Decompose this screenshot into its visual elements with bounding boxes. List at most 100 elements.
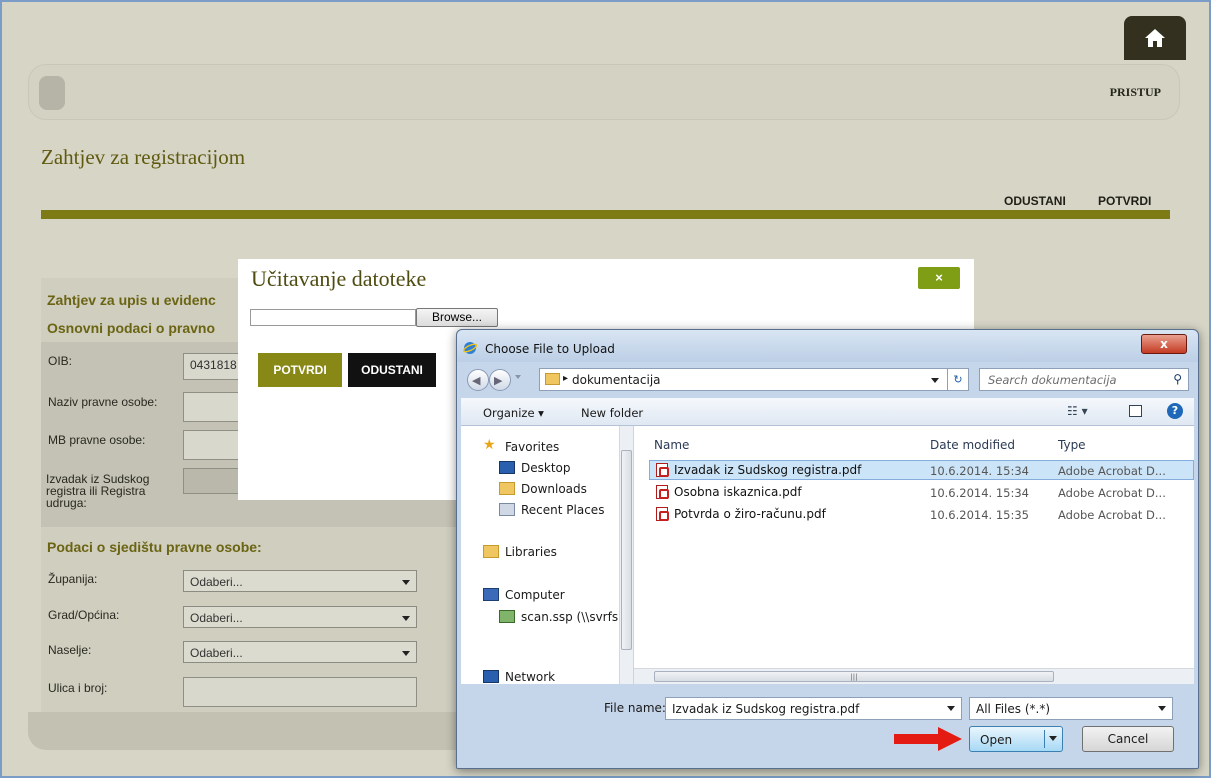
nav-item-recent-places[interactable]: Recent Places [521,503,604,517]
file-date: 10.6.2014. 15:35 [930,508,1029,522]
file-list: Name Date modified Type Izvadak iz Sudsk… [634,426,1194,684]
ulica-field[interactable] [183,677,417,707]
ulica-label: Ulica i broj: [48,681,108,695]
naselje-select[interactable]: Odaberi... [183,641,417,663]
menu-pill[interactable] [39,76,65,110]
address-bar[interactable]: ▸ dokumentacija [539,368,964,391]
home-icon [1145,29,1165,47]
open-button[interactable]: Open [969,726,1063,752]
star-icon: ★ [483,437,496,453]
downloads-folder-icon [499,482,515,495]
file-path-input[interactable] [250,309,416,326]
file-name[interactable]: Potvrda o žiro-računu.pdf [674,507,826,521]
address-row: ◀ ▶ ▸ dokumentacija ↻ Search dokumentaci… [457,364,1198,396]
chevron-down-icon [1158,706,1166,711]
refresh-icon[interactable]: ↻ [947,368,969,391]
naziv-field[interactable] [183,392,243,422]
top-nav-bar: PRISTUP [28,64,1180,120]
file-name[interactable]: Osobna iskaznica.pdf [674,485,802,499]
chevron-down-icon[interactable] [1049,736,1057,741]
grad-select[interactable]: Odaberi... [183,606,417,628]
file-date: 10.6.2014. 15:34 [930,464,1029,478]
split-divider [1044,730,1045,748]
scroll-thumb[interactable]: ||| [654,671,1054,682]
file-name-value: Izvadak iz Sudskog registra.pdf [672,702,860,716]
desktop-icon [499,461,515,474]
nav-item-downloads[interactable]: Downloads [521,482,587,496]
nav-item-favorites[interactable]: Favorites [505,440,559,454]
nav-scroll-thumb[interactable] [621,450,632,650]
pdf-file-icon [656,463,669,477]
new-folder-button[interactable]: New folder [581,406,643,420]
pristup-link[interactable]: PRISTUP [1110,85,1161,100]
nav-scrollbar[interactable] [619,426,633,684]
close-icon[interactable]: × [918,267,960,289]
forward-button[interactable]: ▶ [489,369,511,391]
dialog-toolbar: Organize ▾ New folder ☷ ▾ ? [461,398,1194,426]
modal-odustani-button[interactable]: ODUSTANI [348,353,436,387]
zupanija-value: Odaberi... [190,575,243,589]
grad-label: Grad/Općina: [48,608,120,622]
zupanija-label: Županija: [48,572,98,586]
column-header-type[interactable]: Type [1058,438,1086,452]
pdf-file-icon [656,507,669,521]
search-input[interactable]: Search dokumentacija ⚲ [979,368,1189,391]
open-label: Open [980,733,1013,747]
nav-item-computer[interactable]: Computer [505,588,565,602]
network-icon [483,670,499,683]
modal-potvrdi-button[interactable]: POTVRDI [258,353,342,387]
file-type: Adobe Acrobat D... [1058,486,1166,500]
nav-item-libraries[interactable]: Libraries [505,545,557,559]
back-button[interactable]: ◀ [467,369,489,391]
zupanija-select[interactable]: Odaberi... [183,570,417,592]
network-drive-icon [499,610,515,623]
breadcrumb-separator-icon: ▸ [563,373,569,384]
page-title: Zahtjev za registracijom [41,145,246,169]
column-header-date[interactable]: Date modified [930,438,1015,452]
oib-field[interactable]: 0431818 [183,353,243,380]
file-name-label: File name: [604,701,666,715]
potvrdi-link[interactable]: POTVRDI [1098,194,1151,208]
izvadak-upload-button[interactable] [183,468,243,494]
preview-pane-icon[interactable] [1129,405,1142,417]
recent-places-icon [499,503,515,516]
internet-explorer-icon [463,342,477,354]
naselje-value: Odaberi... [190,646,243,660]
nav-item-desktop[interactable]: Desktop [521,461,571,475]
help-icon[interactable]: ? [1167,403,1183,419]
upload-modal-title: Učitavanje datoteke [251,266,427,291]
file-type: Adobe Acrobat D... [1058,464,1166,478]
arrow-right-icon: ▶ [494,374,503,387]
nav-item-network[interactable]: Network [505,670,555,684]
chevron-down-icon[interactable] [931,378,939,383]
chevron-down-icon[interactable] [947,706,955,711]
cancel-button[interactable]: Cancel [1082,726,1174,752]
mb-field[interactable] [183,430,243,460]
chevron-down-icon [402,580,410,585]
izvadak-label: Izvadak iz Sudskog registra ili Registra… [46,472,150,510]
file-name[interactable]: Izvadak iz Sudskog registra.pdf [674,463,861,477]
file-name-input[interactable]: Izvadak iz Sudskog registra.pdf [665,697,962,720]
computer-icon [483,588,499,601]
red-arrow-annotation [894,727,962,751]
home-button[interactable] [1124,16,1186,60]
close-icon[interactable]: x [1141,334,1187,354]
dialog-title: Choose File to Upload [485,342,615,356]
oib-label: OIB: [48,354,73,368]
naselje-label: Naselje: [48,643,92,657]
file-type-select[interactable]: All Files (*.*) [969,697,1173,720]
organize-menu[interactable]: Organize ▾ [483,406,544,420]
folder-icon [545,373,560,385]
libraries-icon [483,545,499,558]
chevron-down-icon [402,616,410,621]
odustani-link[interactable]: ODUSTANI [1004,194,1066,208]
view-options-icon[interactable]: ☷ ▾ [1067,404,1088,418]
horizontal-scrollbar[interactable]: ||| [634,668,1194,684]
recent-locations-dropdown[interactable] [515,375,521,379]
mb-label: MB pravne osobe: [48,433,146,447]
browse-button[interactable]: Browse... [416,308,498,327]
nav-item-scan-drive[interactable]: scan.ssp (\\svrfs) [521,610,623,624]
chevron-down-icon [402,651,410,656]
column-header-name[interactable]: Name [654,438,689,452]
dialog-titlebar[interactable]: Choose File to Upload x [457,330,1198,362]
